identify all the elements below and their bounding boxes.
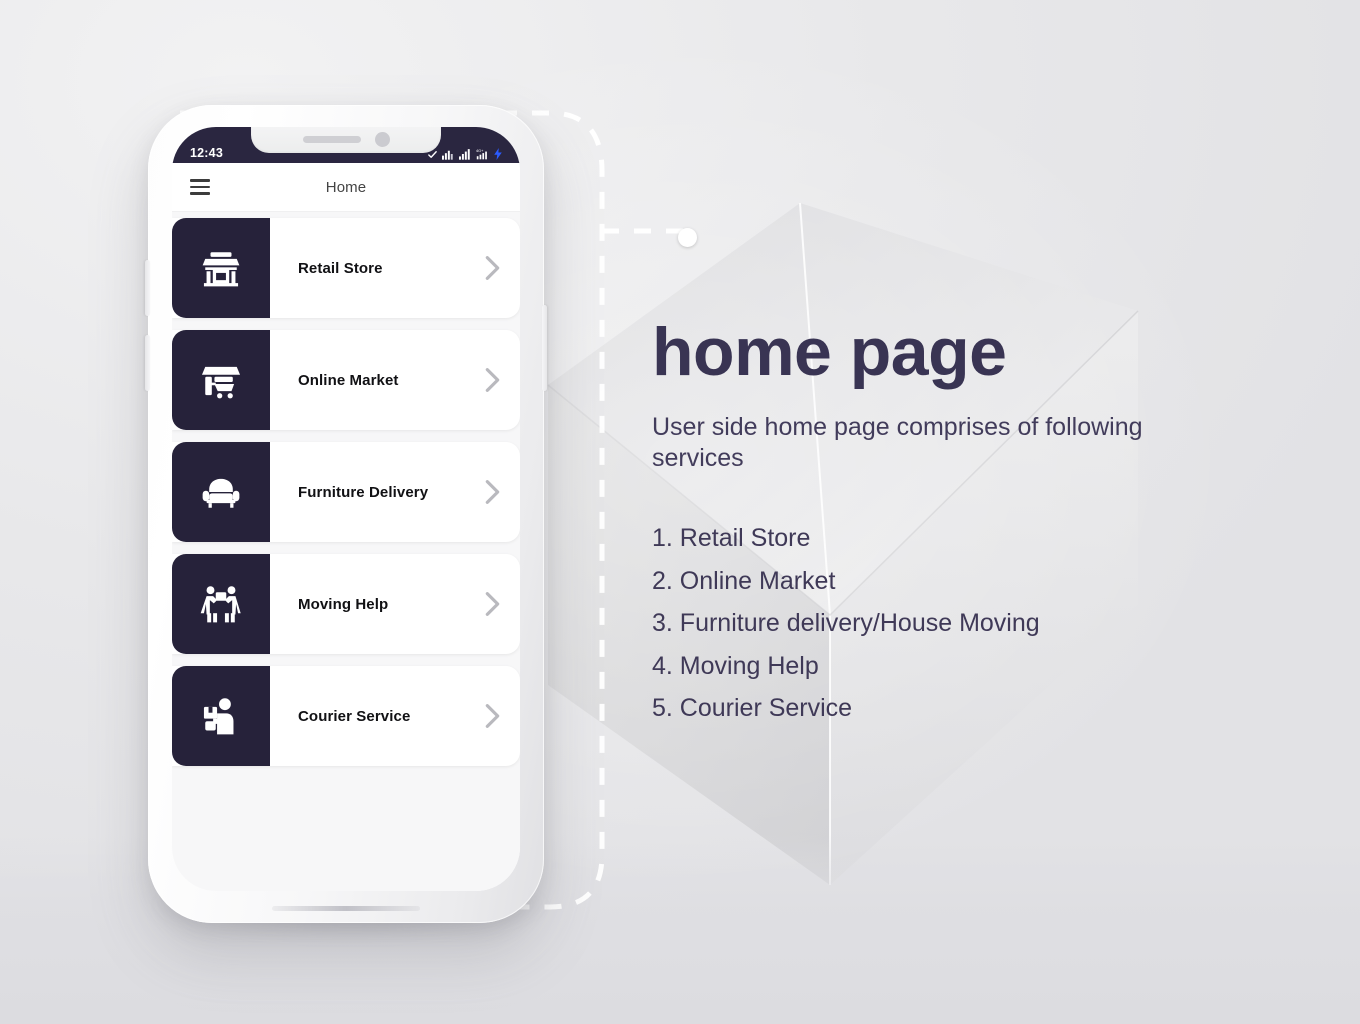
services-numbered-list: 1. Retail Store 2. Online Market 3. Furn… — [652, 517, 1292, 730]
status-bar-icons: 4G+ — [427, 147, 502, 160]
list-item-icon-tile — [172, 666, 270, 766]
chevron-right-icon[interactable] — [464, 442, 520, 542]
earpiece-speaker — [302, 135, 361, 143]
service-list-item: 3. Furniture delivery/House Moving — [652, 609, 1040, 637]
signal-bars-icon — [459, 149, 470, 160]
description-panel: home page User side home page comprises … — [652, 318, 1292, 730]
status-bar: 12:43 4G+ — [172, 127, 520, 163]
service-list-item: 5. Courier Service — [652, 694, 853, 722]
list-item-label: Moving Help — [298, 595, 389, 613]
app-bar: Home — [172, 163, 520, 212]
status-bar-time: 12:43 — [190, 146, 223, 160]
movers-icon — [200, 586, 241, 623]
phone-screen: 12:43 4G+ Home Retail Store Online Marke… — [172, 127, 520, 891]
services-list: Retail Store Online Market Furniture Del… — [172, 212, 520, 891]
chevron-right-icon[interactable] — [464, 666, 520, 766]
list-item[interactable]: Online Market — [172, 330, 520, 430]
list-item-icon-tile — [172, 442, 270, 542]
list-item-label: Courier Service — [298, 707, 411, 725]
callout-endpoint-dot — [678, 228, 697, 247]
list-item-icon-tile — [172, 218, 270, 318]
list-item[interactable]: Retail Store — [172, 218, 520, 318]
power-button[interactable] — [542, 305, 547, 391]
hamburger-menu-icon[interactable] — [190, 179, 210, 195]
armchair-icon — [202, 478, 240, 508]
chevron-right-icon[interactable] — [464, 218, 520, 318]
list-item[interactable]: Courier Service — [172, 666, 520, 766]
list-item-label: Retail Store — [298, 259, 383, 277]
list-item-label: Furniture Delivery — [298, 483, 429, 501]
subtitle: User side home page comprises of followi… — [652, 413, 1143, 472]
phone-bottom-edge — [272, 906, 420, 911]
chevron-right-icon[interactable] — [464, 554, 520, 654]
page-title: Home — [325, 178, 367, 196]
service-list-item: 1. Retail Store — [652, 524, 811, 552]
volume-down-button[interactable] — [145, 335, 150, 391]
list-item[interactable]: Furniture Delivery — [172, 442, 520, 542]
storefront-icon — [202, 252, 240, 287]
lightning-bolt-icon — [494, 148, 502, 160]
list-item[interactable]: Moving Help — [172, 554, 520, 654]
chevron-right-icon[interactable] — [464, 330, 520, 430]
svg-text:4G+: 4G+ — [476, 148, 484, 153]
phone-notch — [251, 127, 441, 153]
market-cart-icon — [201, 366, 241, 399]
phone-mockup: 12:43 4G+ Home Retail Store Online Marke… — [145, 105, 547, 923]
4g-signal-icon: 4G+ — [476, 148, 487, 160]
front-camera-icon — [374, 131, 390, 147]
list-item-icon-tile — [172, 330, 270, 430]
list-item-label: Online Market — [298, 371, 399, 389]
canvas-stage: 12:43 4G+ Home Retail Store Online Marke… — [0, 0, 1360, 1024]
courier-person-icon — [203, 698, 234, 735]
service-list-item: 4. Moving Help — [652, 651, 819, 680]
volume-up-button[interactable] — [145, 260, 150, 316]
headline: home page — [652, 314, 1007, 390]
signal-bars-icon — [442, 150, 453, 160]
service-list-item: 2. Online Market — [652, 566, 836, 595]
list-item-icon-tile — [172, 554, 270, 654]
